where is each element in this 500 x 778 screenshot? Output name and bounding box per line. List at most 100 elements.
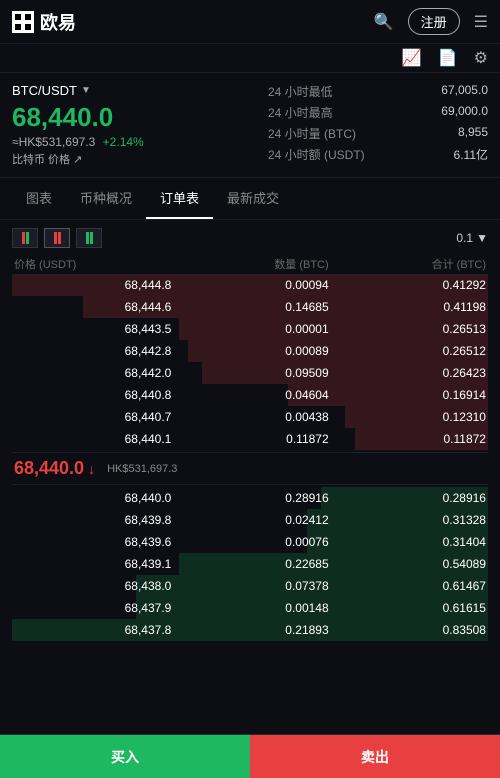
stat-label: 24 小时量 (BTC) [268,125,356,142]
stat-value: 6.11亿 [454,146,488,163]
bid-row[interactable]: 68,438.0 0.07378 0.61467 [12,575,488,597]
ask-amount: 0.09509 [171,366,328,380]
bottom-bar: 买入 卖出 [0,734,500,778]
trading-pair[interactable]: BTC/USDT ▼ [12,83,256,98]
sell-button[interactable]: 卖出 [250,735,500,778]
ask-row[interactable]: 68,443.5 0.00001 0.26513 [12,318,488,340]
main-price: 68,440.0 [12,102,256,133]
bid-price: 68,437.8 [14,623,171,637]
price-stats: 24 小时最低67,005.024 小时最高69,000.024 小时量 (BT… [268,83,488,167]
bid-amount: 0.00076 [171,535,328,549]
tab-订单表[interactable]: 订单表 [146,178,213,219]
bid-row[interactable]: 68,439.8 0.02412 0.31328 [12,509,488,531]
logo: 欧易 [12,9,76,35]
bid-total: 0.31328 [329,513,486,527]
price-section: BTC/USDT ▼ 68,440.0 ≈HK$531,697.3 +2.14%… [0,73,500,178]
bid-price: 68,438.0 [14,579,171,593]
buy-button[interactable]: 买入 [0,735,250,778]
chevron-down-icon: ▼ [81,85,91,96]
ask-amount: 0.14685 [171,300,328,314]
header: 欧易 🔍 注册 ☰ [0,0,500,44]
coin-label: 比特币 价格 ↗ [12,151,256,167]
ask-price: 68,440.1 [14,432,171,446]
ask-total: 0.12310 [329,410,486,424]
ask-row[interactable]: 68,444.8 0.00094 0.41292 [12,274,488,296]
ask-row[interactable]: 68,442.0 0.09509 0.26423 [12,362,488,384]
col-total-header: 合计 (BTC) [329,256,486,272]
bid-row[interactable]: 68,439.1 0.22685 0.54089 [12,553,488,575]
price-direction-icon: ↓ [88,461,95,477]
stat-label: 24 小时最低 [268,83,333,100]
current-hk-price: HK$531,697.3 [107,463,177,475]
pair-text: BTC/USDT [12,83,77,98]
ask-amount: 0.00094 [171,278,328,292]
card-icon[interactable]: 📄 [438,48,458,68]
menu-icon[interactable]: ☰ [474,12,488,32]
ask-price: 68,443.5 [14,322,171,336]
current-price-bar: 68,440.0 ↓ HK$531,697.3 [12,452,488,485]
ask-amount: 0.04604 [171,388,328,402]
col-amount-header: 数量 (BTC) [171,256,328,272]
bid-total: 0.83508 [329,623,486,637]
bid-row[interactable]: 68,437.9 0.00148 0.61615 [12,597,488,619]
bid-total: 0.61615 [329,601,486,615]
bid-amount: 0.22685 [171,557,328,571]
settings-icon[interactable]: ⚙ [474,48,488,68]
bid-total: 0.61467 [329,579,486,593]
stat-row: 24 小时量 (BTC)8,955 [268,125,488,142]
bid-amount: 0.07378 [171,579,328,593]
view-bids-button[interactable] [76,228,102,248]
bid-total: 0.28916 [329,491,486,505]
current-price-value: 68,440.0 [14,458,84,479]
precision-selector[interactable]: 0.1 ▼ [456,231,488,245]
ask-row[interactable]: 68,440.7 0.00438 0.12310 [12,406,488,428]
bid-price: 68,439.6 [14,535,171,549]
bid-row[interactable]: 68,439.6 0.00076 0.31404 [12,531,488,553]
ask-rows: 68,444.8 0.00094 0.41292 68,444.6 0.1468… [12,274,488,450]
ask-amount: 0.00438 [171,410,328,424]
ask-total: 0.26423 [329,366,486,380]
ask-row[interactable]: 68,440.8 0.04604 0.16914 [12,384,488,406]
bid-row[interactable]: 68,440.0 0.28916 0.28916 [12,487,488,509]
ask-row[interactable]: 68,444.6 0.14685 0.41198 [12,296,488,318]
ask-total: 0.41292 [329,278,486,292]
register-button[interactable]: 注册 [408,8,460,35]
ask-row[interactable]: 68,442.8 0.00089 0.26512 [12,340,488,362]
tab-币种概况[interactable]: 币种概况 [66,178,146,219]
ask-total: 0.16914 [329,388,486,402]
header-right: 🔍 注册 ☰ [374,8,488,35]
ask-price: 68,444.6 [14,300,171,314]
bid-amount: 0.00148 [171,601,328,615]
col-price-header: 价格 (USDT) [14,256,171,272]
hk-price: ≈HK$531,697.3 +2.14% [12,135,256,149]
ask-total: 0.26513 [329,322,486,336]
ask-total: 0.11872 [329,432,486,446]
bid-price: 68,439.1 [14,557,171,571]
stat-label: 24 小时最高 [268,104,333,121]
bid-price: 68,437.9 [14,601,171,615]
bid-amount: 0.02412 [171,513,328,527]
tab-最新成交[interactable]: 最新成交 [213,178,293,219]
chart-icon[interactable]: 📈 [402,48,422,68]
stat-value: 69,000.0 [441,104,488,121]
tab-图表[interactable]: 图表 [12,178,66,219]
stat-row: 24 小时最高 69,000.0 [268,104,488,121]
ask-price: 68,442.0 [14,366,171,380]
ask-price: 68,440.7 [14,410,171,424]
ask-price: 68,442.8 [14,344,171,358]
ask-row[interactable]: 68,440.1 0.11872 0.11872 [12,428,488,450]
ask-total: 0.26512 [329,344,486,358]
precision-value: 0.1 [456,231,473,245]
search-icon[interactable]: 🔍 [374,12,394,32]
bid-total: 0.54089 [329,557,486,571]
bid-total: 0.31404 [329,535,486,549]
header-toolbar: 📈 📄 ⚙ [0,44,500,73]
view-buttons [12,228,102,248]
ask-amount: 0.11872 [171,432,328,446]
ask-price: 68,440.8 [14,388,171,402]
view-asks-button[interactable] [44,228,70,248]
orderbook-section: 0.1 ▼ 价格 (USDT) 数量 (BTC) 合计 (BTC) 68,444… [0,220,500,641]
view-both-button[interactable] [12,228,38,248]
bid-row[interactable]: 68,437.8 0.21893 0.83508 [12,619,488,641]
stat-label: 24 小时额 (USDT) [268,146,365,163]
